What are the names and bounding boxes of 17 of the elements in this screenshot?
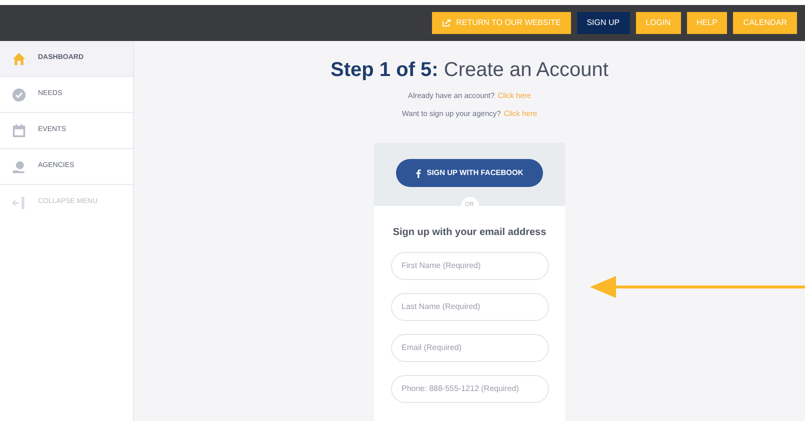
nav-button[interactable]: RETURN TO OUR WEBSITE	[432, 12, 571, 34]
house-icon	[12, 52, 26, 66]
input-field[interactable]: Last Name (Required)	[390, 292, 548, 320]
input-field[interactable]: Phone: 888-555-1212 (Required)	[390, 374, 548, 402]
nav-button[interactable]: HELP	[686, 12, 728, 34]
nav-button[interactable]: SIGN UP	[576, 12, 630, 34]
share-icon	[442, 19, 452, 27]
input-field[interactable]: Email (Required)	[390, 334, 548, 362]
calendar-icon	[12, 124, 26, 138]
facebook-icon	[416, 168, 421, 178]
check-circle-icon	[12, 88, 26, 102]
page-heading: Step 1 of 5: Create an Account	[330, 58, 608, 83]
nav-button[interactable]: CALENDAR	[733, 12, 797, 34]
card-subtitle: Sign up with your email address	[392, 226, 546, 240]
collapse-arrow-icon	[12, 196, 26, 210]
input-field[interactable]: First Name (Required)	[390, 252, 548, 280]
nav-button[interactable]: LOGIN	[636, 12, 681, 34]
